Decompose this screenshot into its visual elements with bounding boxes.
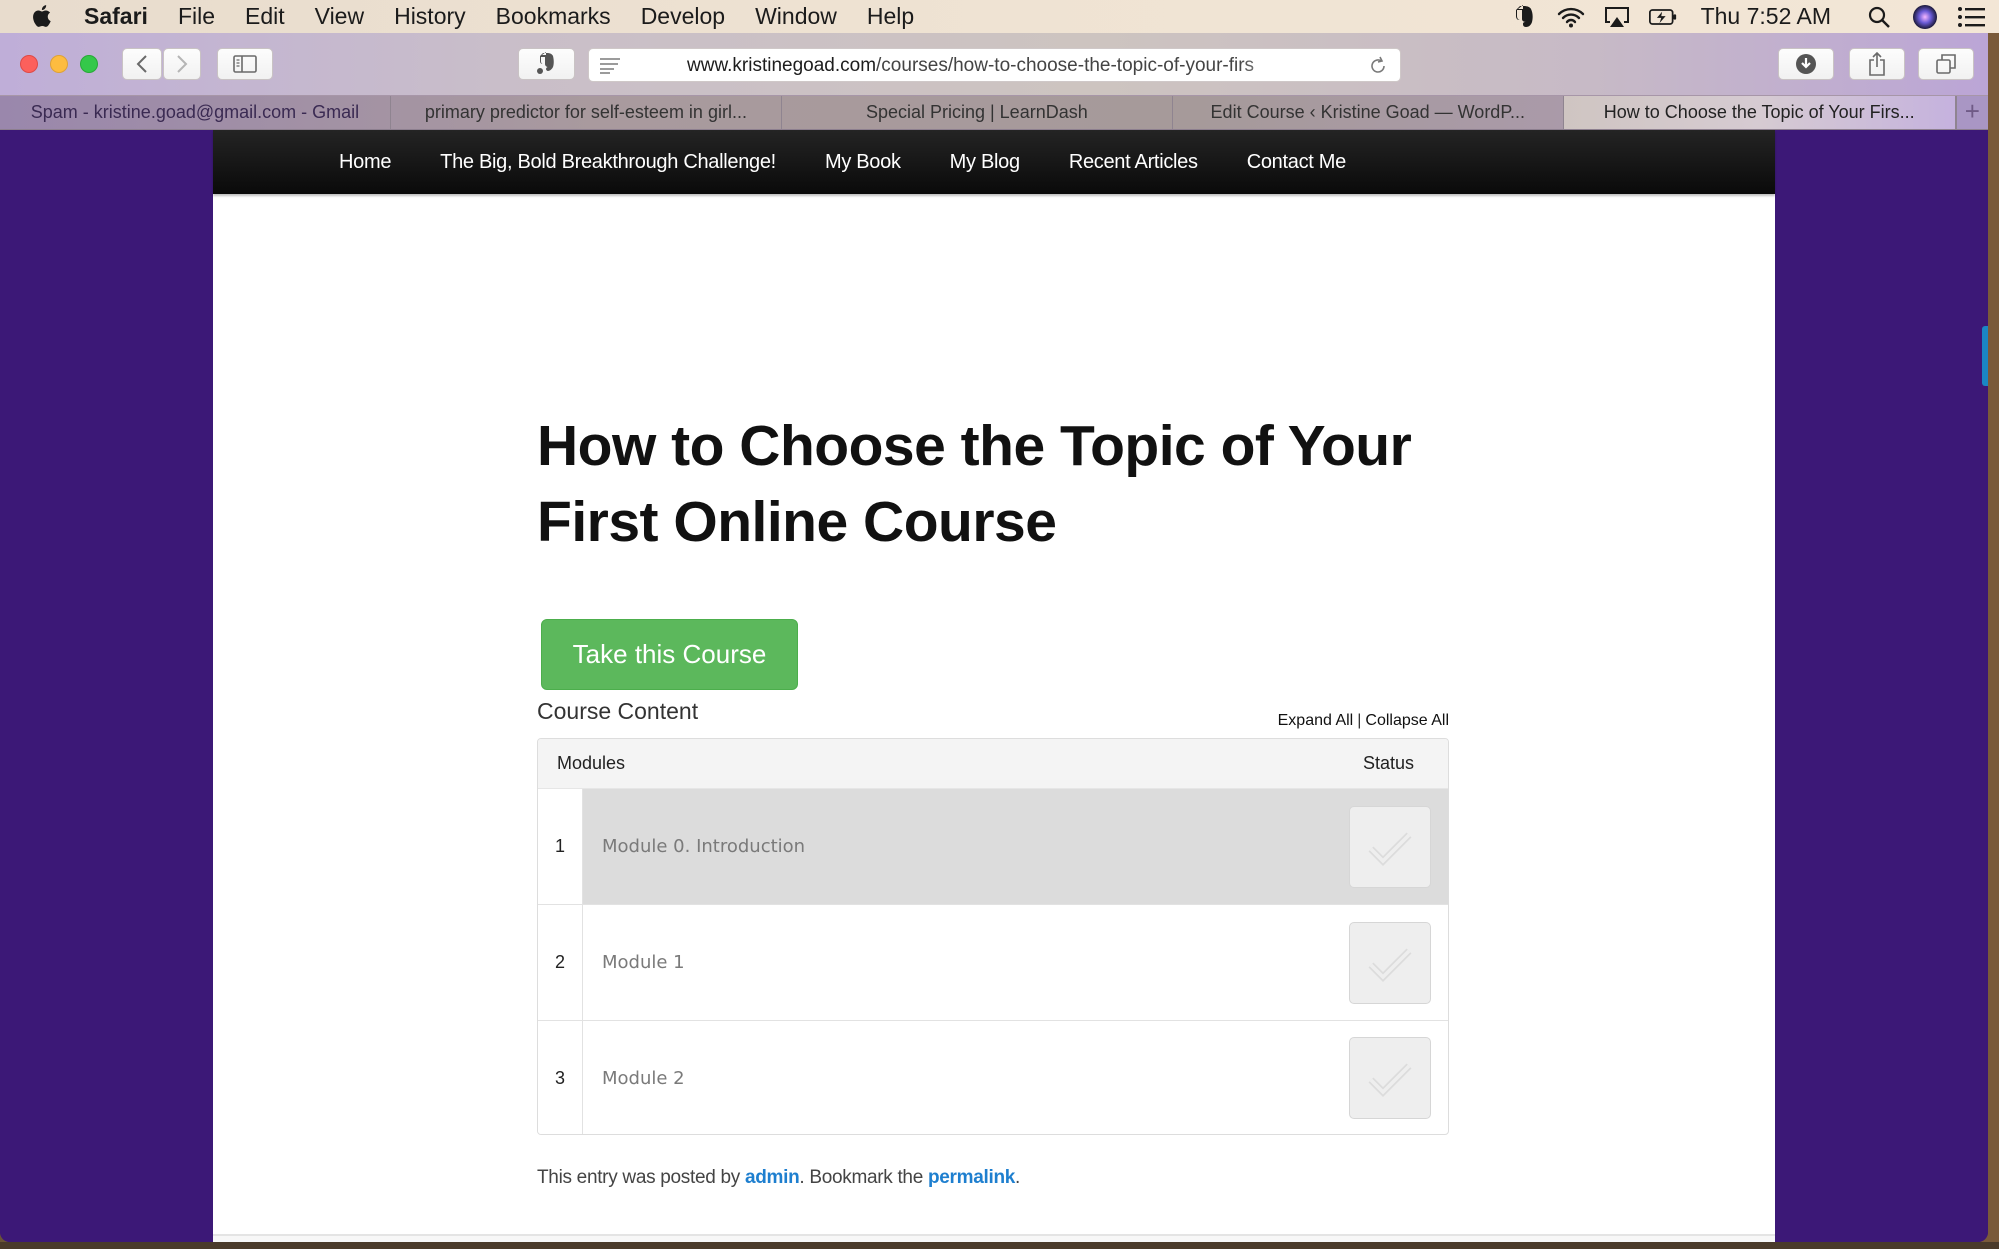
downloads-button[interactable]	[1778, 48, 1834, 80]
menu-clock[interactable]: Thu 7:52 AM	[1701, 3, 1831, 30]
meta-middle: . Bookmark the	[799, 1167, 928, 1188]
module-number: 2	[538, 905, 583, 1020]
url-domain: www.kristinegoad.com	[687, 55, 877, 76]
close-window-button[interactable]	[20, 55, 38, 73]
download-icon	[1796, 54, 1816, 74]
notification-center-icon[interactable]	[1957, 5, 1985, 29]
chevron-right-icon	[177, 55, 188, 73]
nav-my-blog[interactable]: My Blog	[950, 151, 1020, 174]
apple-menu-icon[interactable]	[30, 3, 56, 29]
web-content: Home The Big, Bold Breakthrough Challeng…	[0, 130, 1988, 1242]
expand-collapse-controls: Expand All | Collapse All	[1278, 712, 1449, 730]
module-status-checkbox	[1349, 805, 1431, 888]
module-title[interactable]: Module 2	[602, 1068, 685, 1089]
column-header-modules: Modules	[557, 753, 626, 773]
sidebar-toggle-button[interactable]	[217, 48, 273, 80]
menu-help[interactable]: Help	[867, 3, 914, 30]
menu-view[interactable]: View	[315, 3, 364, 30]
safari-toolbar: www.kristinegoad.com/courses/how-to-choo…	[0, 33, 1988, 96]
expand-all-link[interactable]: Expand All	[1278, 712, 1354, 729]
airplay-icon[interactable]	[1603, 5, 1631, 29]
collapse-all-link[interactable]: Collapse All	[1365, 712, 1449, 729]
menu-develop[interactable]: Develop	[641, 3, 725, 30]
entry-meta: This entry was posted by admin. Bookmark…	[537, 1167, 1020, 1189]
menu-history[interactable]: History	[394, 3, 466, 30]
tab-learndash-pricing[interactable]: Special Pricing | LearnDash	[782, 96, 1173, 129]
tab-self-esteem-search[interactable]: primary predictor for self-esteem in gir…	[391, 96, 782, 129]
tab-bar: Spam - kristine.goad@gmail.com - Gmail p…	[0, 96, 1988, 130]
spotlight-search-icon[interactable]	[1865, 5, 1893, 29]
sidebar-icon	[233, 55, 257, 73]
tab-edit-course[interactable]: Edit Course ‹ Kristine Goad — WordP...	[1173, 96, 1564, 129]
nav-challenge[interactable]: The Big, Bold Breakthrough Challenge!	[440, 151, 776, 174]
minimize-window-button[interactable]	[50, 55, 68, 73]
share-button[interactable]	[1849, 48, 1905, 80]
menu-edit[interactable]: Edit	[245, 3, 285, 30]
macos-menu-bar: Safari File Edit View History Bookmarks …	[0, 0, 1999, 33]
course-content-table: Modules Status 1 Module 0. Introduction …	[537, 738, 1449, 1135]
checkmark-icon	[1368, 1063, 1412, 1097]
url-fade	[1239, 51, 1319, 79]
page-footer	[213, 1234, 1775, 1242]
page-title: How to Choose the Topic of Your First On…	[537, 414, 1412, 554]
module-row[interactable]: 3 Module 2	[538, 1021, 1448, 1134]
reload-icon[interactable]	[1368, 56, 1388, 76]
take-this-course-button[interactable]: Take this Course	[541, 619, 798, 690]
meta-suffix: .	[1015, 1167, 1020, 1188]
page-container: Home The Big, Bold Breakthrough Challeng…	[213, 130, 1775, 1242]
nav-recent-articles[interactable]: Recent Articles	[1069, 151, 1198, 174]
siri-icon[interactable]	[1911, 4, 1939, 29]
author-link[interactable]: admin	[745, 1167, 800, 1188]
column-header-status: Status	[1362, 753, 1414, 773]
chevron-left-icon	[136, 55, 147, 73]
tab-gmail[interactable]: Spam - kristine.goad@gmail.com - Gmail	[0, 96, 391, 129]
checkmark-icon	[1368, 948, 1412, 982]
module-body: Module 1	[583, 905, 1448, 1020]
safari-window: www.kristinegoad.com/courses/how-to-choo…	[0, 33, 1988, 1242]
nav-home[interactable]: Home	[339, 151, 391, 174]
site-navigation: Home The Big, Bold Breakthrough Challeng…	[213, 130, 1775, 194]
evernote-icon[interactable]	[1511, 4, 1539, 29]
back-button[interactable]	[122, 48, 162, 80]
wifi-icon[interactable]	[1557, 5, 1585, 29]
module-number: 1	[538, 789, 583, 904]
checkmark-icon	[1368, 832, 1412, 866]
module-body: Module 2	[583, 1021, 1448, 1134]
scrollbar-thumb[interactable]	[1982, 326, 1988, 386]
url-text[interactable]: www.kristinegoad.com/courses/how-to-choo…	[687, 55, 1307, 77]
url-path: /courses/how-to-choose-the-topic-of-your…	[876, 55, 1255, 76]
zoom-window-button[interactable]	[80, 55, 98, 73]
module-row[interactable]: 2 Module 1	[538, 905, 1448, 1021]
tabs-overview-icon	[1936, 54, 1956, 74]
nav-contact-me[interactable]: Contact Me	[1247, 151, 1347, 174]
reader-view-icon[interactable]	[599, 57, 621, 75]
evernote-extension-button[interactable]	[518, 48, 575, 80]
menu-window[interactable]: Window	[755, 3, 837, 30]
show-all-tabs-button[interactable]	[1918, 48, 1974, 80]
module-body: Module 0. Introduction	[583, 789, 1448, 904]
table-header: Modules Status	[538, 739, 1448, 789]
separator: |	[1357, 712, 1362, 729]
module-row[interactable]: 1 Module 0. Introduction	[538, 789, 1448, 905]
battery-icon[interactable]	[1648, 5, 1677, 29]
permalink-link[interactable]: permalink	[928, 1167, 1015, 1188]
evernote-icon	[536, 52, 554, 74]
forward-button[interactable]	[163, 48, 201, 80]
nav-my-book[interactable]: My Book	[825, 151, 901, 174]
tab-current-course[interactable]: How to Choose the Topic of Your Firs...	[1563, 96, 1956, 129]
module-status-checkbox	[1349, 1037, 1431, 1119]
meta-prefix: This entry was posted by	[537, 1167, 745, 1188]
menu-file[interactable]: File	[178, 3, 215, 30]
menu-safari[interactable]: Safari	[84, 3, 148, 30]
share-icon	[1869, 52, 1885, 76]
course-content-heading: Course Content	[537, 698, 699, 724]
module-status-checkbox	[1349, 921, 1431, 1004]
module-number: 3	[538, 1021, 583, 1134]
new-tab-button[interactable]: +	[1955, 96, 1988, 129]
desktop-background	[0, 1242, 1999, 1249]
menu-bookmarks[interactable]: Bookmarks	[496, 3, 611, 30]
address-bar[interactable]: www.kristinegoad.com/courses/how-to-choo…	[588, 48, 1401, 82]
module-title[interactable]: Module 0. Introduction	[602, 836, 805, 857]
module-title[interactable]: Module 1	[602, 952, 685, 973]
